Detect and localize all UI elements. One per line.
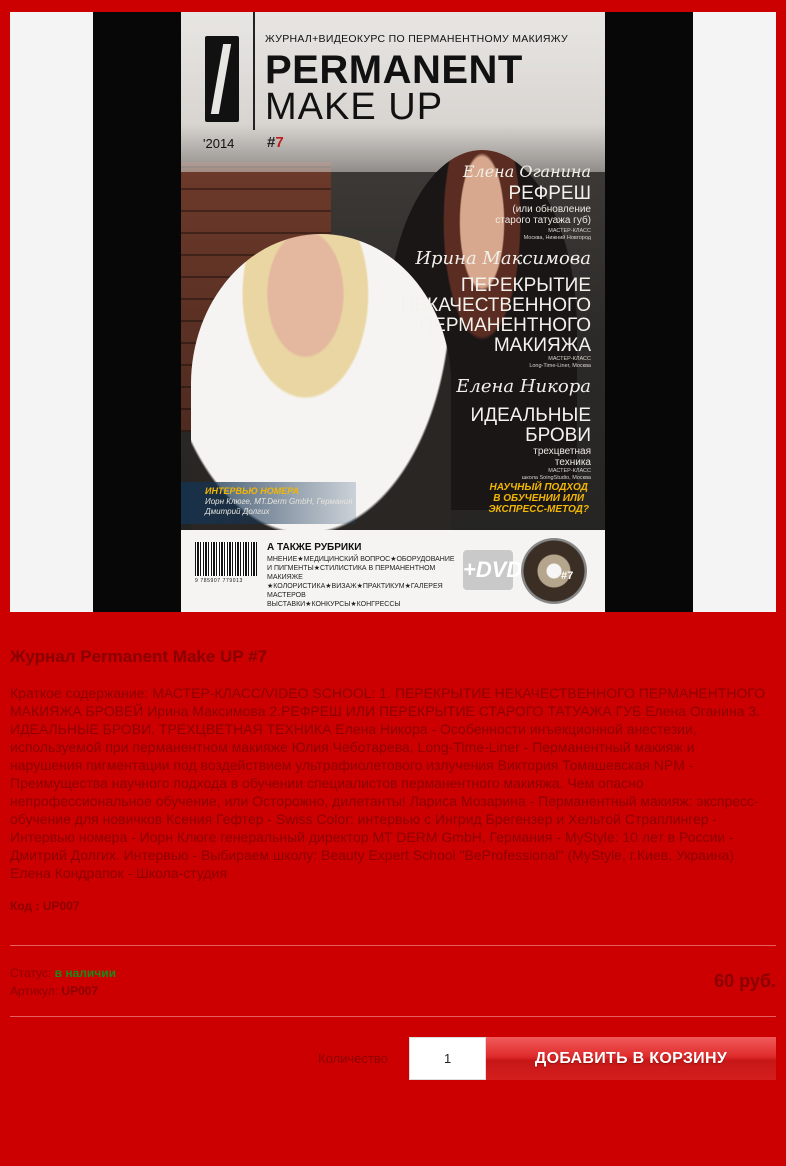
cover-tagline: ЖУРНАЛ+ВИДЕОКУРС ПО ПЕРМАНЕНТНОМУ МАКИЯЖ…	[265, 33, 568, 45]
article-value: UP007	[61, 984, 99, 998]
feature1-caption: МАСТЕР-КЛАСС Москва, Нижний Новгород	[523, 228, 591, 241]
cover-bottom-strip: 9 785907 779013 А ТАКЖЕ РУБРИКИ МНЕНИЕ★М…	[181, 530, 605, 612]
barcode-number: 9 785907 779013	[195, 578, 243, 584]
divider	[10, 1016, 776, 1017]
feature3-caption: МАСТЕР-КЛАСС школа SoingStudio, Москва	[521, 468, 591, 481]
feature3-subtitle: трехцветная техника	[533, 446, 591, 468]
status-value: в наличии	[54, 966, 116, 980]
feature3-headline: ИДЕАЛЬНЫЕ БРОВИ	[470, 405, 591, 446]
feature3-name: Елена Никора	[456, 376, 591, 397]
product-title: Журнал Permanent Make UP #7	[10, 647, 268, 666]
product-code-label: Код :	[10, 899, 40, 913]
dvd-issue: #7	[561, 570, 574, 582]
product-image-frame[interactable]: ЖУРНАЛ+ВИДЕОКУРС ПО ПЕРМАНЕНТНОМУ МАКИЯЖ…	[10, 12, 776, 612]
feature1-name: Елена Оганина	[462, 162, 591, 181]
quantity-input[interactable]	[409, 1037, 486, 1080]
cover-subtitle: MAKE UP	[265, 86, 444, 128]
product-description: Краткое содержание: МАСТЕР-КЛАСС/VIDEO S…	[10, 685, 766, 881]
cover-issue: #7	[267, 134, 284, 151]
logo-divider	[253, 12, 255, 130]
stock-status: Статус: в наличии	[10, 966, 116, 980]
feature1-subtitle: (или обновление старого татуажа губ)	[495, 204, 591, 226]
magazine-logo-icon	[205, 36, 239, 122]
rubrics-title: А ТАКЖЕ РУБРИКИ	[267, 542, 362, 553]
product-image-backdrop: ЖУРНАЛ+ВИДЕОКУРС ПО ПЕРМАНЕНТНОМУ МАКИЯЖ…	[93, 12, 693, 612]
cover-year: '2014	[203, 136, 235, 151]
dvd-badge: +DVD	[463, 550, 522, 590]
interview-names: Иорн Клюге, MT.Derm GmbH, Германия Дмитр…	[205, 497, 353, 516]
article-number: Артикул: UP007	[10, 984, 98, 998]
add-to-cart-button[interactable]: ДОБАВИТЬ В КОРЗИНУ	[486, 1037, 776, 1080]
feature1-headline: РЕФРЕШ	[508, 183, 591, 204]
dvd-disc-icon	[521, 538, 587, 604]
product-price: 60 руб.	[714, 971, 776, 991]
product-code-value: UP007	[42, 899, 80, 913]
barcode-icon	[195, 542, 257, 576]
quantity-label: Количество	[318, 1051, 388, 1066]
feature2-caption: МАСТЕР-КЛАСС Long-Time-Liner, Москва	[529, 356, 591, 369]
article-label: Артикул:	[10, 984, 59, 998]
magazine-cover: ЖУРНАЛ+ВИДЕОКУРС ПО ПЕРМАНЕНТНОМУ МАКИЯЖ…	[181, 12, 605, 612]
cover-approach-text: НАУЧНЫЙ ПОДХОД В ОБУЧЕНИИ ИЛИ ЭКСПРЕСС-М…	[488, 482, 589, 515]
cover-issue-number: 7	[275, 134, 284, 151]
product-code: Код : UP007	[10, 899, 80, 913]
rubrics-list: МНЕНИЕ★МЕДИЦИНСКИЙ ВОПРОС★ОБОРУДОВАНИЕ И…	[267, 556, 455, 608]
divider	[10, 945, 776, 946]
interview-title: ИНТЕРВЬЮ НОМЕРА	[205, 486, 300, 496]
feature2-name: Ирина Максимова	[415, 248, 591, 269]
feature2-headline: ПЕРЕКРЫТИЕ НЕКАЧЕСТВЕННОГО ПЕРМАНЕНТНОГО…	[400, 275, 591, 356]
status-label: Статус:	[10, 966, 52, 980]
